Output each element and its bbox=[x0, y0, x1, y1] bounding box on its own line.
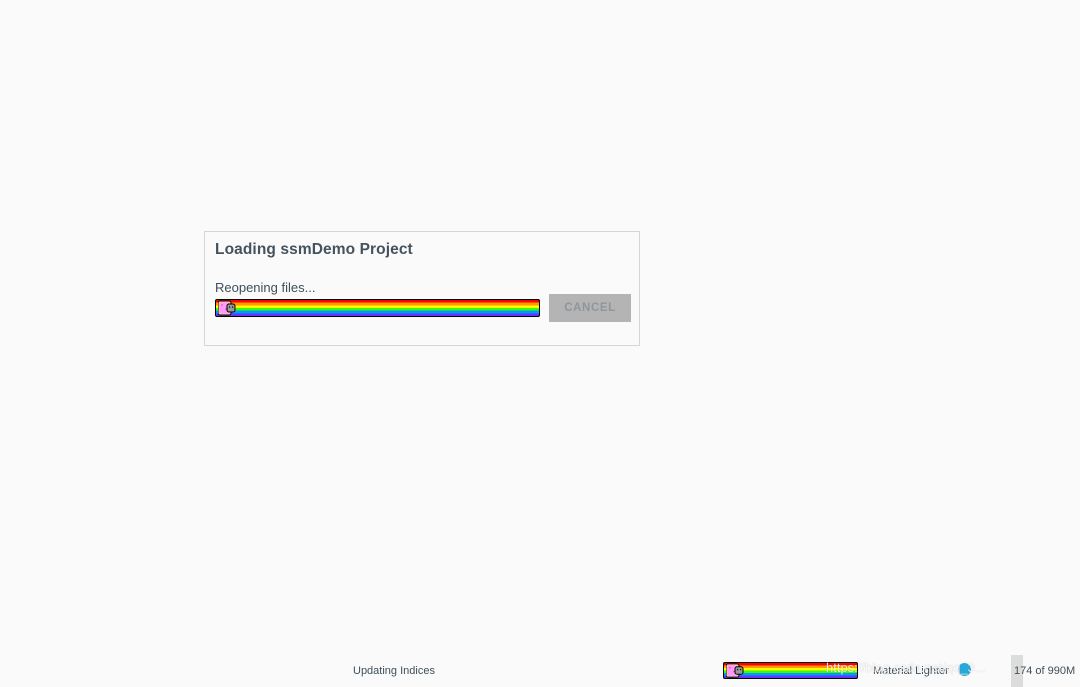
loading-project-dialog: Loading ssmDemo Project Reopening files.… bbox=[204, 231, 640, 346]
nyan-cat-icon bbox=[726, 663, 744, 678]
memory-usage-label: 174 of 990M bbox=[1014, 665, 1076, 677]
status-bar: Updating Indices Material Lighter 174 of… bbox=[0, 655, 1080, 687]
dialog-title: Loading ssmDemo Project bbox=[215, 241, 413, 258]
nyan-cat-icon bbox=[218, 300, 236, 316]
theme-dot-icon[interactable] bbox=[958, 663, 971, 676]
cancel-button[interactable]: CANCEL bbox=[549, 294, 631, 322]
memory-indicator[interactable]: 174 of 990M bbox=[1011, 655, 1080, 687]
ide-window: Loading ssmDemo Project Reopening files.… bbox=[0, 0, 1080, 687]
project-loading-progress-bar bbox=[215, 299, 540, 317]
background-task-label[interactable]: Updating Indices bbox=[353, 665, 435, 677]
dialog-status-text: Reopening files... bbox=[215, 280, 316, 295]
theme-switcher-label[interactable]: Material Lighter bbox=[873, 665, 949, 677]
background-task-progress-bar[interactable] bbox=[723, 662, 858, 679]
